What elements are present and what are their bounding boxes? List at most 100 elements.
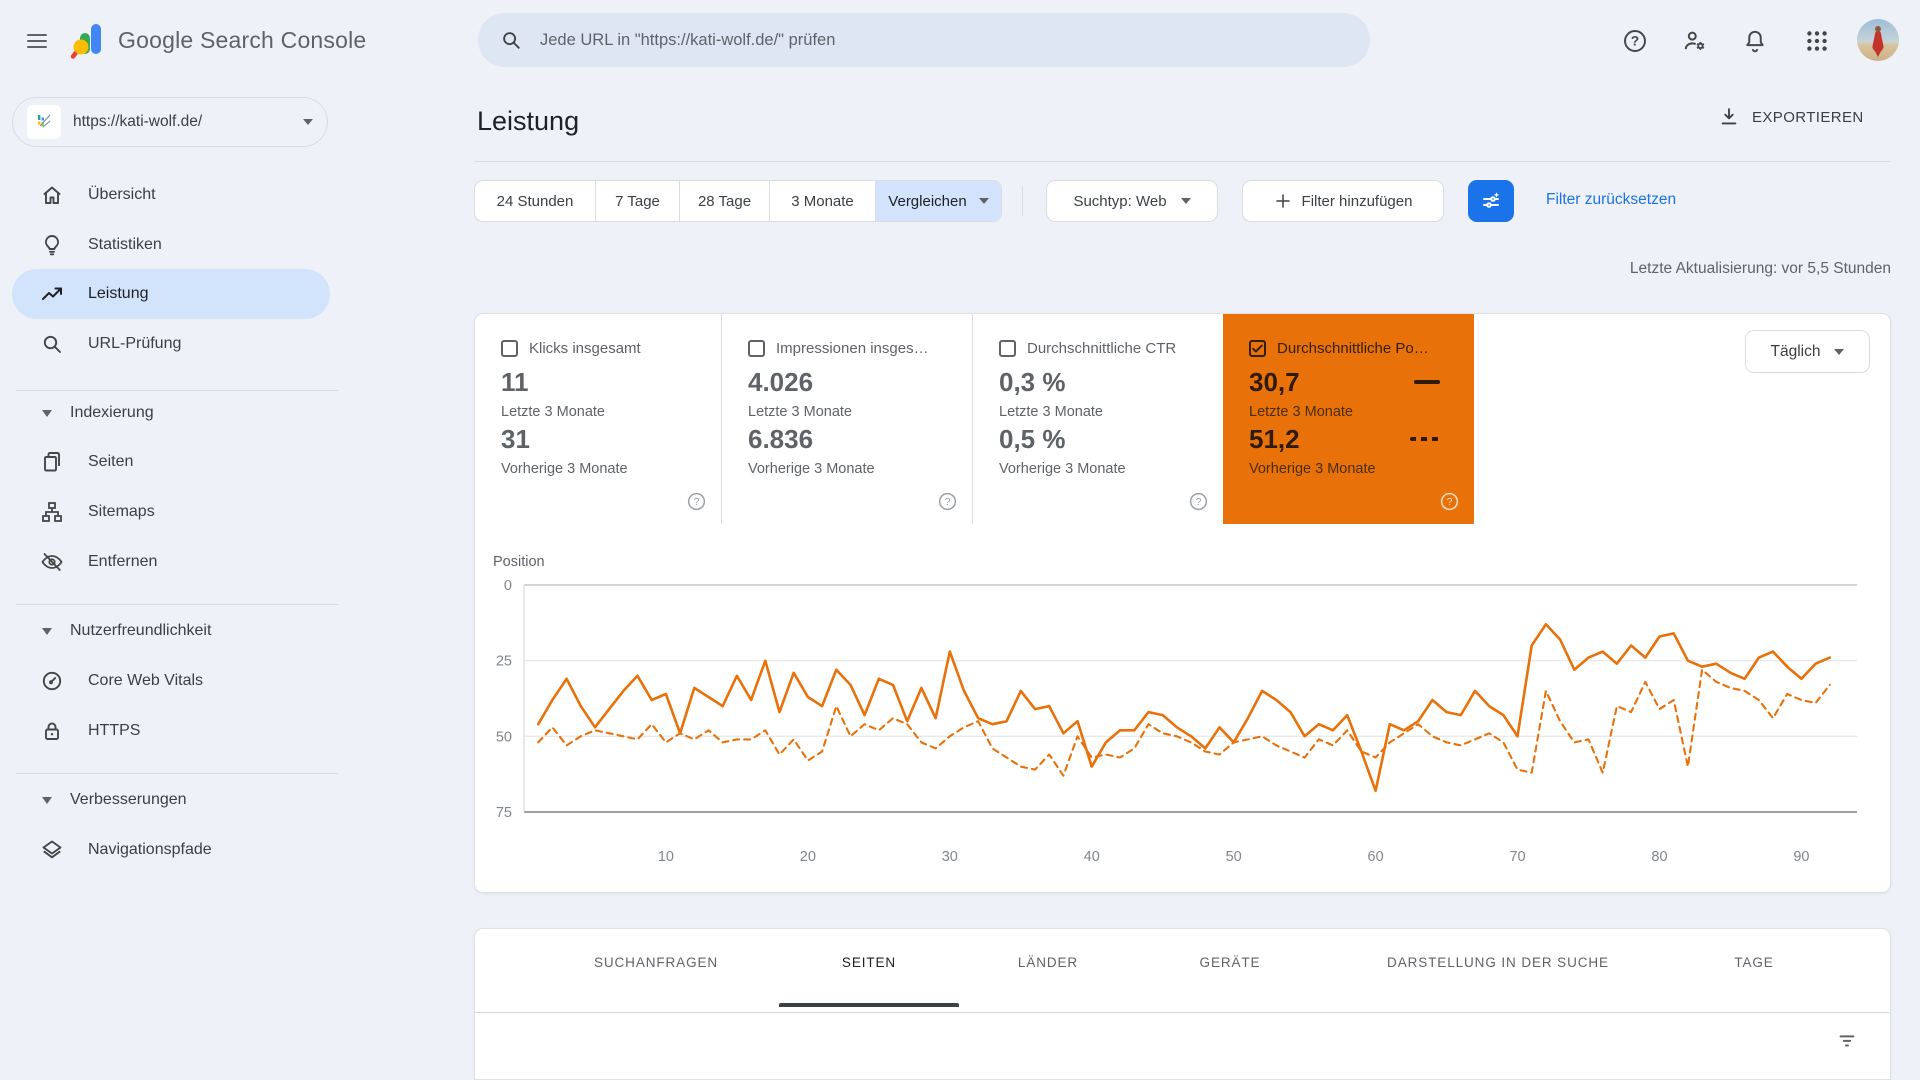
- metric-card-position[interactable]: Durchschnittliche Po… 30,7 Letzte 3 Mona…: [1223, 314, 1474, 524]
- svg-text:10: 10: [658, 849, 674, 865]
- svg-text:40: 40: [1084, 849, 1100, 865]
- tabs-divider: [475, 1012, 1890, 1013]
- tab-suchanfragen[interactable]: SUCHANFRAGEN: [594, 955, 718, 970]
- sidebar-item-statistiken[interactable]: Statistiken: [12, 220, 330, 270]
- sidebar-item-navigationspfade[interactable]: Navigationspfade: [12, 825, 330, 875]
- download-icon: [1718, 106, 1740, 128]
- chip-7-tage[interactable]: 7 Tage: [595, 181, 679, 221]
- menu-icon[interactable]: [25, 29, 49, 53]
- chevron-down-icon: [979, 198, 989, 204]
- add-filter-button[interactable]: Filter hinzufügen: [1242, 180, 1444, 222]
- svg-text:?: ?: [1631, 34, 1639, 49]
- sidebar-item-https[interactable]: HTTPS: [12, 706, 330, 756]
- app-title: Google Search Console: [118, 27, 366, 54]
- sidebar-section-verbesserungen[interactable]: Verbesserungen: [12, 777, 330, 823]
- lightbulb-icon: [40, 233, 64, 257]
- help-icon[interactable]: ?: [1188, 491, 1209, 512]
- plus-icon: [1274, 192, 1292, 210]
- apps-grid-icon[interactable]: [1804, 28, 1830, 54]
- help-icon[interactable]: ?: [1439, 491, 1460, 512]
- solid-line-legend-icon: [1414, 380, 1440, 384]
- layers-icon: [40, 838, 64, 862]
- dimension-tabs-panel: SUCHANFRAGEN SEITEN LÄNDER GERÄTE DARSTE…: [474, 928, 1891, 1080]
- checkbox-checked-icon[interactable]: [1249, 340, 1266, 357]
- quick-filter-button[interactable]: [1468, 180, 1514, 222]
- google-search-console-app: Google Search Console ?: [0, 0, 1920, 1080]
- sidebar-item-entfernen[interactable]: Entfernen: [12, 537, 330, 587]
- metric-previous-value: 31: [501, 424, 530, 455]
- tab-tage[interactable]: TAGE: [1734, 955, 1773, 970]
- sidebar-item-uebersicht[interactable]: Übersicht: [12, 170, 330, 220]
- last-update-text: Letzte Aktualisierung: vor 5,5 Stunden: [1391, 260, 1891, 278]
- svg-text:80: 80: [1651, 849, 1667, 865]
- sitemap-icon: [40, 500, 64, 524]
- chevron-down-icon: [1181, 198, 1191, 204]
- sidebar-divider: [16, 604, 338, 605]
- metric-previous-value: 0,5 %: [999, 424, 1066, 455]
- export-button[interactable]: EXPORTIEREN: [1718, 106, 1864, 128]
- checkbox-unchecked-icon[interactable]: [748, 340, 765, 357]
- help-icon[interactable]: ?: [686, 491, 707, 512]
- svg-text:50: 50: [496, 729, 512, 745]
- table-filter-icon[interactable]: [1836, 1029, 1858, 1051]
- tab-seiten[interactable]: SEITEN: [842, 955, 896, 970]
- chip-28-tage[interactable]: 28 Tage: [679, 181, 769, 221]
- url-inspect-input[interactable]: [538, 30, 1348, 51]
- metric-card-impressionen[interactable]: Impressionen insges… 4.026 Letzte 3 Mona…: [722, 314, 972, 524]
- account-settings-icon[interactable]: [1682, 28, 1708, 54]
- sidebar-section-nutzerfreundlichkeit[interactable]: Nutzerfreundlichkeit: [12, 608, 330, 654]
- chart-y-axis-title: Position: [493, 554, 545, 570]
- metric-previous-value: 6.836: [748, 424, 813, 455]
- sidebar-item-core-web-vitals[interactable]: Core Web Vitals: [12, 656, 330, 706]
- metric-previous-value: 51,2: [1249, 424, 1300, 455]
- sidebar-item-seiten[interactable]: Seiten: [12, 437, 330, 487]
- svg-text:?: ?: [694, 496, 700, 508]
- active-tab-underline: [779, 1003, 959, 1007]
- performance-panel: Klicks insgesamt 11 Letzte 3 Monate 31 V…: [474, 313, 1891, 893]
- avatar[interactable]: [1857, 19, 1899, 61]
- sidebar-divider: [16, 773, 338, 774]
- tab-darstellung[interactable]: DARSTELLUNG IN DER SUCHE: [1387, 955, 1609, 970]
- search-console-logo-icon: [70, 20, 108, 60]
- help-icon[interactable]: ?: [1622, 28, 1648, 54]
- sidebar-item-url-pruefung[interactable]: URL-Prüfung: [12, 319, 330, 369]
- chip-24-stunden[interactable]: 24 Stunden: [475, 181, 595, 221]
- metric-current-value: 4.026: [748, 367, 813, 398]
- chevron-down-icon: [303, 119, 313, 125]
- chip-vergleichen[interactable]: Vergleichen: [875, 181, 1001, 221]
- filterbar-separator: [1022, 186, 1023, 216]
- url-inspect-searchbar[interactable]: [478, 13, 1370, 67]
- svg-text:?: ?: [1196, 496, 1202, 508]
- granularity-dropdown[interactable]: Täglich: [1745, 330, 1870, 373]
- sidebar-section-indexierung[interactable]: Indexierung: [12, 390, 330, 436]
- property-url: https://kati-wolf.de/: [73, 113, 303, 131]
- reset-filters-link[interactable]: Filter zurücksetzen: [1546, 191, 1676, 209]
- metric-card-klicks[interactable]: Klicks insgesamt 11 Letzte 3 Monate 31 V…: [475, 314, 721, 524]
- metric-card-ctr[interactable]: Durchschnittliche CTR 0,3 % Letzte 3 Mon…: [973, 314, 1223, 524]
- checkbox-unchecked-icon[interactable]: [999, 340, 1016, 357]
- svg-text:70: 70: [1509, 849, 1525, 865]
- chevron-down-icon: [1834, 349, 1844, 355]
- svg-text:60: 60: [1368, 849, 1384, 865]
- svg-text:25: 25: [496, 654, 512, 670]
- svg-text:90: 90: [1793, 849, 1809, 865]
- sidebar-item-sitemaps[interactable]: Sitemaps: [12, 487, 330, 537]
- help-icon[interactable]: ?: [937, 491, 958, 512]
- magnifier-icon: [40, 332, 64, 356]
- collapse-triangle-icon: [42, 797, 52, 804]
- search-type-button[interactable]: Suchtyp: Web: [1046, 180, 1218, 222]
- notifications-icon[interactable]: [1742, 28, 1768, 54]
- tab-laender[interactable]: LÄNDER: [1018, 955, 1078, 970]
- chip-3-monate[interactable]: 3 Monate: [769, 181, 875, 221]
- tab-geraete[interactable]: GERÄTE: [1200, 955, 1261, 970]
- lock-icon: [40, 719, 64, 743]
- svg-text:20: 20: [800, 849, 816, 865]
- svg-text:30: 30: [942, 849, 958, 865]
- svg-text:75: 75: [496, 805, 512, 821]
- sidebar-item-leistung[interactable]: Leistung: [12, 269, 330, 319]
- metric-current-value: 11: [501, 367, 529, 398]
- checkbox-unchecked-icon[interactable]: [501, 340, 518, 357]
- property-selector[interactable]: https://kati-wolf.de/: [12, 97, 328, 147]
- position-line-chart[interactable]: 0255075102030405060708090: [475, 575, 1892, 881]
- pages-icon: [40, 450, 64, 474]
